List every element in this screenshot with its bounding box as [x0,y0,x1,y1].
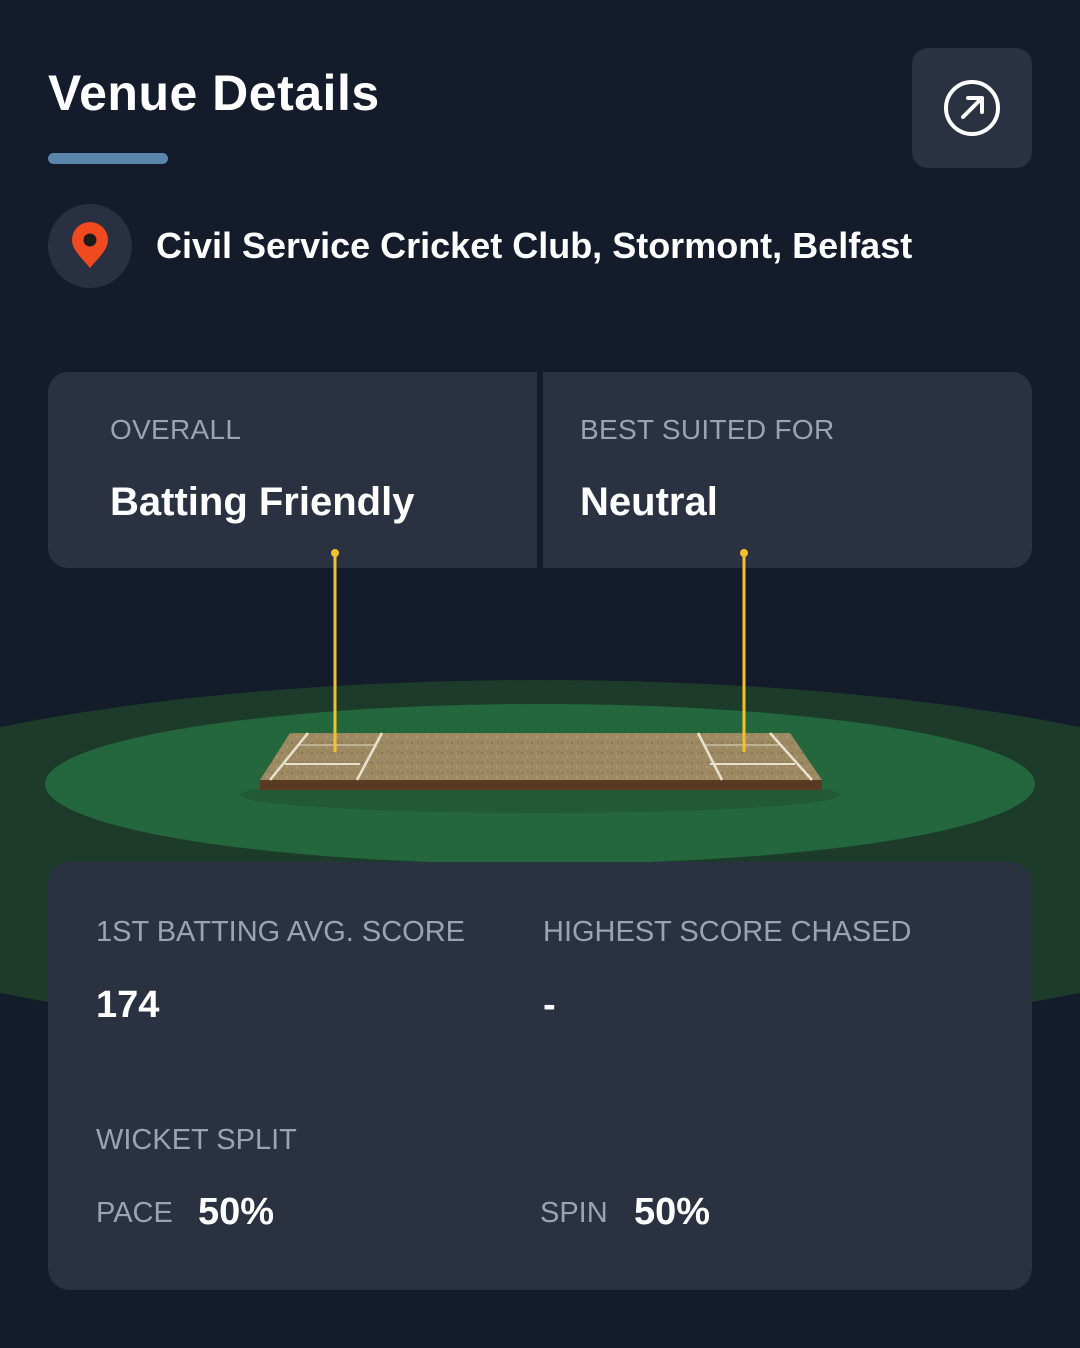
spin-value: 50% [634,1191,711,1233]
location-badge [48,204,132,288]
first-batting-avg-label: 1ST BATTING AVG. SCORE [96,916,466,948]
spin-label: SPIN [540,1197,608,1229]
first-batting-avg-value: 174 [96,984,160,1026]
pitch-strip [260,733,822,780]
overall-value: Batting Friendly [110,480,415,524]
page-title: Venue Details [48,65,380,121]
overall-card: OVERALL Batting Friendly [48,372,537,568]
highest-chased-label: HIGHEST SCORE CHASED [543,916,912,948]
best-suited-value: Neutral [580,480,718,524]
best-suited-label: BEST SUITED FOR [580,414,835,445]
title-underline [48,153,168,164]
venue-name: Civil Service Cricket Club, Stormont, Be… [156,225,913,266]
wicket-split-label: WICKET SPLIT [96,1124,297,1156]
pace-label: PACE [96,1197,173,1229]
venue-stats-card: 1ST BATTING AVG. SCORE 174 HIGHEST SCORE… [48,862,1032,1290]
overall-label: OVERALL [110,414,242,445]
highest-chased-value: - [543,984,556,1026]
venue-details-screen: Venue Details Civil Service Cricket Club… [0,0,1080,1348]
venue-location: Civil Service Cricket Club, Stormont, Be… [48,204,912,288]
pace-value: 50% [198,1191,275,1233]
open-venue-button[interactable] [912,48,1032,168]
location-pin-icon [72,222,108,268]
best-suited-card: BEST SUITED FOR Neutral [543,372,1032,568]
arrow-up-right-circle-icon [944,80,1000,136]
